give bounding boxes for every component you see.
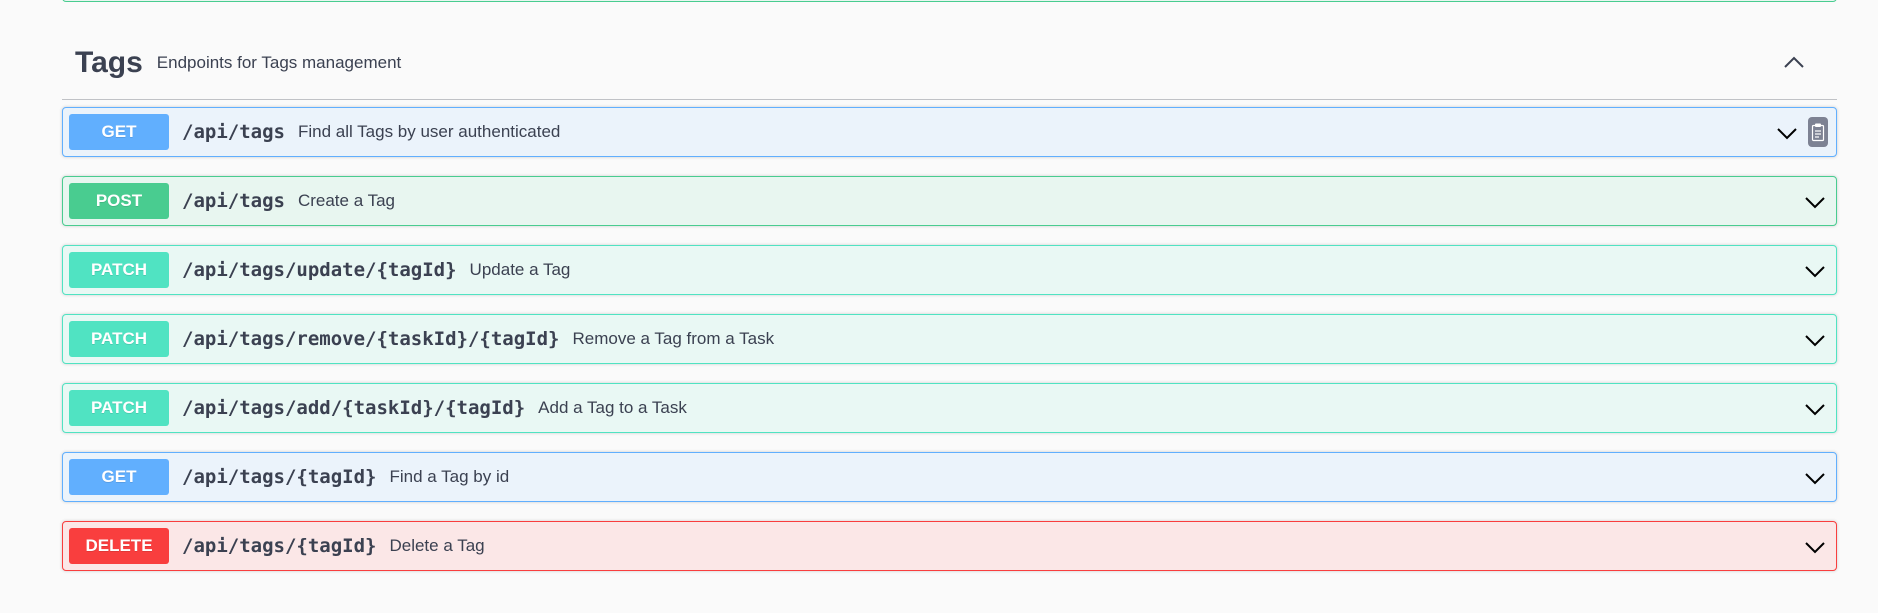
operation-patch-update-tag[interactable]: PATCH /api/tags/update/{tagId} Update a …	[62, 245, 1837, 295]
operation-summary: Remove a Tag from a Task	[572, 329, 775, 348]
tag-header[interactable]: Tags Endpoints for Tags management	[62, 26, 1837, 100]
chevron-down-icon[interactable]	[1802, 465, 1828, 491]
operation-summary: Find a Tag by id	[389, 467, 510, 486]
method-badge: PATCH	[69, 252, 169, 288]
operation-path: /api/tags/add/{taskId}/{tagId}	[182, 397, 526, 419]
chevron-up-icon[interactable]	[1781, 50, 1807, 76]
tag-title[interactable]: Tags	[75, 46, 143, 80]
chevron-down-icon[interactable]	[1802, 534, 1828, 560]
method-badge: POST	[69, 183, 169, 219]
tags-section: Tags Endpoints for Tags management GET /…	[62, 26, 1837, 590]
swagger-page: Tags Endpoints for Tags management GET /…	[0, 0, 1878, 613]
operation-path: /api/tags/{tagId}	[182, 535, 377, 557]
operation-patch-add-tag[interactable]: PATCH /api/tags/add/{taskId}/{tagId} Add…	[62, 383, 1837, 433]
method-badge: PATCH	[69, 390, 169, 426]
method-badge: PATCH	[69, 321, 169, 357]
operation-path: /api/tags/remove/{taskId}/{tagId}	[182, 328, 560, 350]
chevron-down-icon[interactable]	[1802, 396, 1828, 422]
chevron-down-icon[interactable]	[1802, 258, 1828, 284]
operation-summary: Add a Tag to a Task	[538, 398, 687, 417]
operation-path: /api/tags/update/{tagId}	[182, 259, 457, 281]
operation-get-tag-by-id[interactable]: GET /api/tags/{tagId} Find a Tag by id	[62, 452, 1837, 502]
method-badge: GET	[69, 114, 169, 150]
chevron-down-icon[interactable]	[1802, 189, 1828, 215]
operation-post-tags[interactable]: POST /api/tags Create a Tag	[62, 176, 1837, 226]
method-badge: GET	[69, 459, 169, 495]
operation-summary: Delete a Tag	[389, 536, 485, 555]
operation-path: /api/tags/{tagId}	[182, 466, 377, 488]
operation-delete-tag[interactable]: DELETE /api/tags/{tagId} Delete a Tag	[62, 521, 1837, 571]
chevron-down-icon[interactable]	[1774, 120, 1800, 146]
operation-path: /api/tags	[182, 121, 285, 143]
method-badge: DELETE	[69, 528, 169, 564]
operation-summary: Update a Tag	[469, 260, 571, 279]
tag-description: Endpoints for Tags management	[156, 52, 402, 72]
operations-list: GET /api/tags Find all Tags by user auth…	[62, 107, 1837, 571]
chevron-down-icon[interactable]	[1802, 327, 1828, 353]
operation-summary: Create a Tag	[297, 191, 395, 210]
operation-get-tags[interactable]: GET /api/tags Find all Tags by user auth…	[62, 107, 1837, 157]
operation-summary: Find all Tags by user authenticated	[297, 122, 561, 141]
previous-section-edge	[62, 0, 1837, 2]
operation-path: /api/tags	[182, 190, 285, 212]
operation-patch-remove-tag[interactable]: PATCH /api/tags/remove/{taskId}/{tagId} …	[62, 314, 1837, 364]
clipboard-icon[interactable]	[1808, 117, 1828, 147]
